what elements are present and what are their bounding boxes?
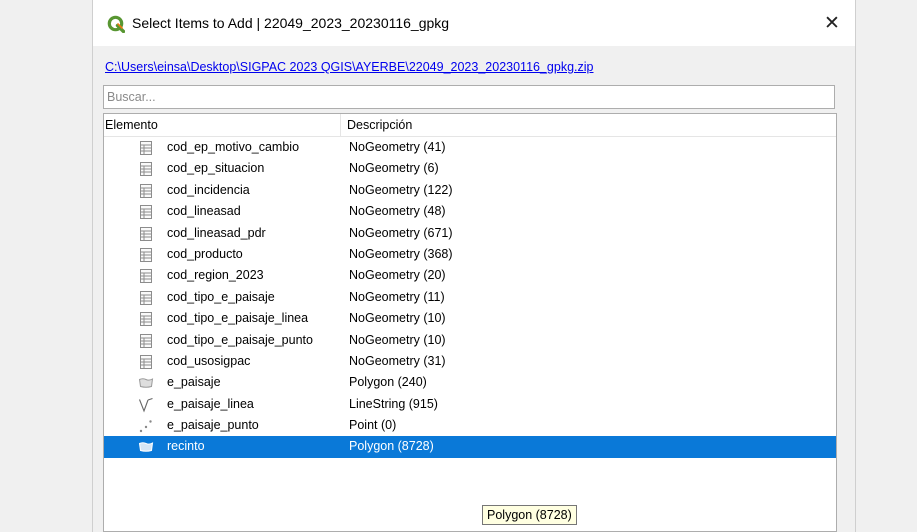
row-description: NoGeometry (6) — [349, 161, 439, 176]
column-header-description[interactable]: Descripción — [347, 114, 412, 136]
row-description: NoGeometry (41) — [349, 140, 446, 154]
table-icon — [138, 354, 154, 370]
search-input[interactable] — [103, 85, 835, 109]
row-name: e_paisaje_linea — [167, 396, 254, 411]
tree-row[interactable]: cod_usosigpac NoGeometry (31) — [104, 351, 836, 372]
row-name: recinto — [167, 439, 205, 454]
table-icon — [138, 204, 154, 220]
row-description: LineString (915) — [349, 396, 438, 411]
row-name: e_paisaje — [167, 375, 221, 390]
table-icon — [138, 247, 154, 263]
row-name: cod_ep_situacion — [167, 161, 265, 176]
tree-rows: cod_ep_motivo_cambio NoGeometry (41) cod_e… — [104, 137, 836, 458]
dialog-body: C:\Users\einsa\Desktop\SIGPAC 2023 QGIS\… — [93, 46, 855, 532]
table-icon — [138, 183, 154, 199]
tree-row-selected[interactable]: recinto Polygon (8728) — [104, 436, 836, 458]
select-items-dialog: Select Items to Add | 22049_2023_2023011… — [92, 0, 856, 532]
tooltip: Polygon (8728) — [482, 505, 577, 525]
table-icon — [138, 268, 154, 284]
row-description: Polygon (240) — [349, 375, 427, 390]
row-name: cod_tipo_e_paisaje_linea — [167, 311, 309, 326]
row-name: cod_lineasad — [167, 204, 241, 219]
tree-row[interactable]: cod_lineasad_pdr NoGeometry (671) — [104, 223, 836, 244]
row-description: NoGeometry (31) — [349, 353, 446, 368]
tree-row[interactable]: e_paisaje_linea LineString (915) — [104, 394, 836, 415]
row-description: NoGeometry (122) — [349, 182, 453, 197]
row-description: Point (0) — [349, 418, 397, 433]
row-description: NoGeometry (10) — [349, 311, 446, 326]
qgis-logo-icon — [107, 15, 125, 33]
tree-row[interactable]: e_paisaje Polygon (240) — [104, 372, 836, 393]
row-description: NoGeometry (11) — [349, 289, 445, 304]
row-name: cod_region_2023 — [167, 268, 264, 283]
table-icon — [138, 333, 154, 349]
tree-row[interactable]: cod_tipo_e_paisaje_linea NoGeometry (10) — [104, 308, 836, 329]
tree-row[interactable]: cod_ep_motivo_cambio NoGeometry (41) — [104, 137, 836, 158]
table-icon — [138, 226, 154, 242]
row-description: NoGeometry (10) — [349, 332, 446, 347]
polygon-layer-icon — [138, 439, 154, 455]
row-name: e_paisaje_punto — [167, 418, 259, 433]
close-icon: ✕ — [824, 12, 840, 34]
table-icon — [138, 140, 154, 156]
row-name: cod_producto — [167, 246, 243, 261]
tree-row[interactable]: cod_ep_situacion NoGeometry (6) — [104, 158, 836, 179]
row-description: NoGeometry (48) — [349, 204, 446, 219]
tree-row[interactable]: cod_incidencia NoGeometry (122) — [104, 180, 836, 201]
table-icon — [138, 311, 154, 327]
row-name: cod_incidencia — [167, 182, 250, 197]
items-tree[interactable]: Elemento Descripción cod_ep_motivo_cambi… — [103, 113, 837, 532]
file-path-link[interactable]: C:\Users\einsa\Desktop\SIGPAC 2023 QGIS\… — [105, 60, 594, 74]
row-name: cod_tipo_e_paisaje_punto — [167, 332, 313, 347]
title-bar[interactable]: Select Items to Add | 22049_2023_2023011… — [93, 0, 855, 46]
tree-row[interactable]: cod_tipo_e_paisaje_punto NoGeometry (10) — [104, 330, 836, 351]
window-title: Select Items to Add | 22049_2023_2023011… — [132, 15, 450, 31]
tree-row[interactable]: cod_lineasad NoGeometry (48) — [104, 201, 836, 222]
row-description: NoGeometry (671) — [349, 225, 453, 240]
row-name: cod_usosigpac — [167, 353, 251, 368]
table-icon — [138, 161, 154, 177]
tree-header: Elemento Descripción — [104, 114, 836, 137]
close-button[interactable]: ✕ — [809, 0, 855, 46]
point-layer-icon — [138, 418, 154, 434]
tree-row[interactable]: cod_region_2023 NoGeometry (20) — [104, 265, 836, 286]
polygon-layer-icon — [138, 375, 154, 391]
row-name: cod_ep_motivo_cambio — [167, 140, 300, 154]
row-description: NoGeometry (20) — [349, 268, 446, 283]
table-icon — [138, 290, 154, 306]
row-name: cod_lineasad_pdr — [167, 225, 266, 240]
tree-row[interactable]: cod_tipo_e_paisaje NoGeometry (11) — [104, 287, 836, 308]
row-description: NoGeometry (368) — [349, 246, 453, 261]
row-description: Polygon (8728) — [349, 439, 434, 454]
line-layer-icon — [138, 397, 154, 413]
tree-row[interactable]: e_paisaje_punto Point (0) — [104, 415, 836, 436]
tree-row[interactable]: cod_producto NoGeometry (368) — [104, 244, 836, 265]
column-header-element[interactable]: Elemento — [105, 114, 341, 136]
row-name: cod_tipo_e_paisaje — [167, 289, 275, 304]
